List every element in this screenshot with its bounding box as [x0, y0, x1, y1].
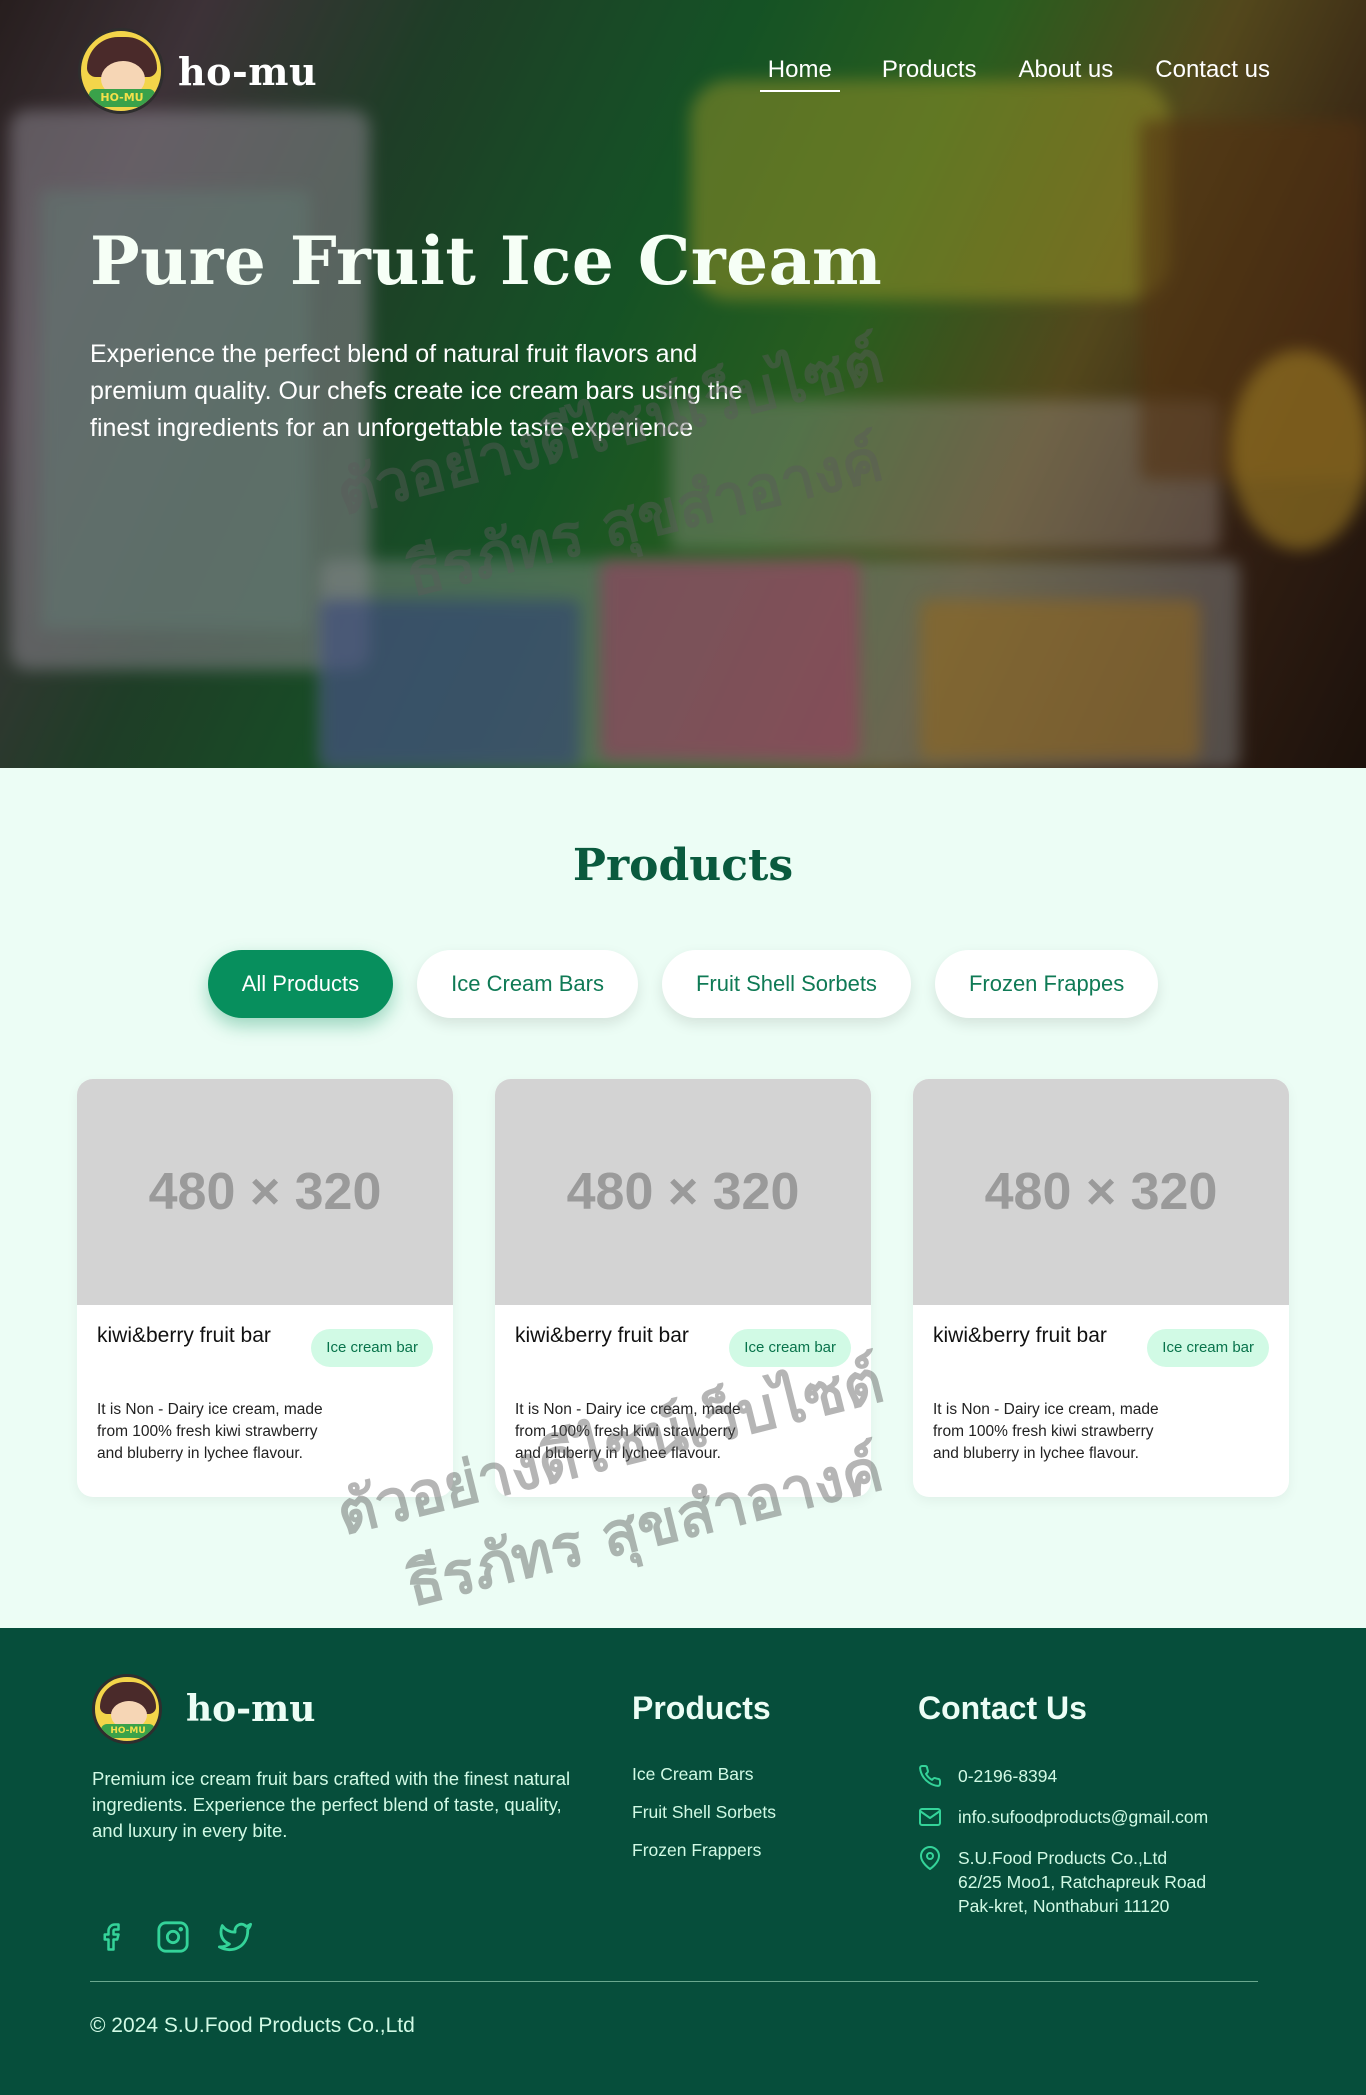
hero-text: Experience the perfect blend of natural …	[90, 340, 743, 442]
map-pin-icon	[920, 1846, 940, 1870]
footer-logo: HO-MU	[92, 1674, 162, 1744]
footer-link-ice-cream-bars[interactable]: Ice Cream Bars	[632, 1764, 776, 1785]
address-line-1: S.U.Food Products Co.,Ltd	[958, 1848, 1168, 1868]
filter-frozen-frappes[interactable]: Frozen Frappes	[934, 950, 1159, 1018]
nav-menu: Home Products About us Contact us	[759, 56, 1270, 92]
nav-item-contact[interactable]: Contact us	[1155, 56, 1270, 92]
product-image-placeholder: 480 × 320	[913, 1079, 1289, 1305]
footer-brand-name: ho-mu	[186, 1688, 316, 1730]
filter-ice-cream-bars[interactable]: Ice Cream Bars	[417, 950, 638, 1018]
product-description: It is Non - Dairy ice cream, made from 1…	[97, 1401, 323, 1462]
hero-section: HO-MU ho-mu Home Products About us Conta…	[0, 0, 1366, 768]
copyright: © 2024 S.U.Food Products Co.,Ltd	[90, 2014, 415, 2037]
product-description: It is Non - Dairy ice cream, made from 1…	[515, 1401, 741, 1462]
brand[interactable]: HO-MU ho-mu	[78, 28, 317, 114]
product-grid: 480 × 320 kiwi&berry fruit bar Ice cream…	[77, 1079, 1289, 1497]
product-category-badge: Ice cream bar	[1147, 1329, 1269, 1367]
product-description: It is Non - Dairy ice cream, made from 1…	[933, 1401, 1159, 1462]
product-image-placeholder: 480 × 320	[77, 1079, 453, 1305]
product-card[interactable]: 480 × 320 kiwi&berry fruit bar Ice cream…	[495, 1079, 871, 1497]
nav-item-about[interactable]: About us	[1019, 56, 1114, 92]
footer-logo-tag: HO-MU	[101, 1724, 155, 1738]
twitter-icon[interactable]	[216, 1918, 254, 1956]
instagram-icon[interactable]	[154, 1918, 192, 1956]
product-filters: All Products Ice Cream Bars Fruit Shell …	[0, 950, 1366, 1018]
footer: HO-MU ho-mu Premium ice cream fruit bars…	[0, 1628, 1366, 2095]
footer-contact-list: 0-2196-8394 info.sufoodproducts@gmail.co…	[918, 1764, 1208, 1918]
brand-name: ho-mu	[178, 48, 318, 94]
facebook-icon[interactable]	[92, 1918, 130, 1956]
footer-link-fruit-shell-sorbets[interactable]: Fruit Shell Sorbets	[632, 1802, 776, 1823]
product-category-badge: Ice cream bar	[311, 1329, 433, 1367]
footer-contact-title: Contact Us	[918, 1690, 1087, 1726]
social-links	[92, 1918, 254, 1956]
brand-logo-tag: HO-MU	[89, 89, 155, 107]
contact-email-text: info.sufoodproducts@gmail.com	[958, 1807, 1209, 1827]
mail-icon	[919, 1808, 941, 1826]
filter-fruit-shell-sorbets[interactable]: Fruit Shell Sorbets	[661, 950, 911, 1018]
product-name: kiwi&berry fruit bar	[515, 1324, 689, 1347]
brand-logo: HO-MU	[78, 28, 164, 114]
product-card[interactable]: 480 × 320 kiwi&berry fruit bar Ice cream…	[77, 1079, 453, 1497]
footer-product-links: Ice Cream Bars Fruit Shell Sorbets Froze…	[632, 1764, 776, 1861]
address-line-2: 62/25 Moo1, Ratchapreuk Road	[958, 1872, 1207, 1892]
nav-item-home[interactable]: Home	[759, 56, 840, 92]
product-category-badge: Ice cream bar	[729, 1329, 851, 1367]
product-name: kiwi&berry fruit bar	[933, 1324, 1107, 1347]
footer-products-title: Products	[632, 1690, 771, 1726]
products-title: Products	[572, 840, 794, 891]
footer-description: Premium ice cream fruit bars crafted wit…	[92, 1768, 571, 1841]
product-name: kiwi&berry fruit bar	[97, 1324, 271, 1347]
nav-item-products[interactable]: Products	[882, 56, 977, 92]
contact-email[interactable]: info.sufoodproducts@gmail.com	[918, 1805, 1208, 1829]
footer-brand[interactable]: HO-MU ho-mu	[92, 1674, 315, 1744]
products-section: Products All Products Ice Cream Bars Fru…	[0, 768, 1366, 1628]
phone-icon	[919, 1764, 942, 1787]
hero-title: Pure Fruit Ice Cream	[90, 222, 883, 300]
filter-all-products[interactable]: All Products	[207, 950, 394, 1018]
footer-link-frozen-frappers[interactable]: Frozen Frappers	[632, 1840, 776, 1861]
contact-phone[interactable]: 0-2196-8394	[918, 1764, 1208, 1788]
contact-phone-text: 0-2196-8394	[958, 1766, 1058, 1786]
product-image-placeholder: 480 × 320	[495, 1079, 871, 1305]
product-card[interactable]: 480 × 320 kiwi&berry fruit bar Ice cream…	[913, 1079, 1289, 1497]
address-line-3: Pak-kret, Nonthaburi 11120	[958, 1896, 1170, 1916]
top-nav: HO-MU ho-mu Home Products About us Conta…	[0, 0, 1366, 150]
contact-address: S.U.Food Products Co.,Ltd 62/25 Moo1, Ra…	[918, 1846, 1208, 1918]
footer-divider	[90, 1981, 1258, 1982]
